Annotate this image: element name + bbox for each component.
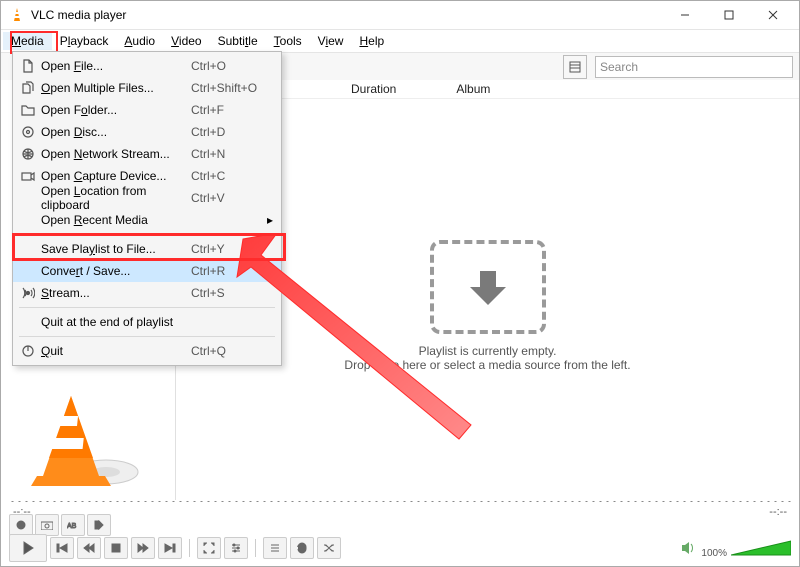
vlc-cone-artwork: [31, 388, 151, 488]
files-icon: [19, 81, 37, 95]
separator: [189, 539, 190, 557]
media-menu-item-2[interactable]: Open Folder...Ctrl+F: [13, 99, 281, 121]
loop-ab-button[interactable]: AB: [61, 514, 85, 536]
network-icon: [19, 147, 37, 161]
file-icon: [19, 59, 37, 73]
vlc-logo-icon: [9, 7, 25, 23]
column-duration[interactable]: Duration: [351, 82, 396, 96]
speaker-icon: [681, 541, 697, 555]
quit-icon: [19, 344, 37, 358]
drop-target-icon[interactable]: [430, 240, 546, 334]
volume-triangle[interactable]: [731, 539, 791, 557]
menu-audio[interactable]: Audio: [116, 32, 163, 50]
stop-button[interactable]: [104, 537, 128, 559]
seek-bar[interactable]: [9, 502, 791, 508]
media-menu-item-13[interactable]: Quit at the end of playlist: [13, 311, 281, 333]
playlist-toggle-button[interactable]: [263, 537, 287, 559]
extended-settings-button[interactable]: [224, 537, 248, 559]
search-input[interactable]: Search: [595, 56, 793, 78]
snapshot-button[interactable]: [35, 514, 59, 536]
folder-icon: [19, 103, 37, 117]
media-menu-item-7[interactable]: Open Recent Media▸: [13, 209, 281, 231]
media-menu-item-15[interactable]: QuitCtrl+Q: [13, 340, 281, 362]
menu-item-shortcut: Ctrl+D: [191, 125, 273, 139]
menu-item-label: Open Disc...: [37, 125, 191, 139]
view-mode-button[interactable]: [563, 55, 587, 79]
media-menu-item-0[interactable]: Open File...Ctrl+O: [13, 55, 281, 77]
menu-item-label: Stream...: [37, 286, 191, 300]
volume-percent: 100%: [701, 548, 727, 559]
menu-item-label: Open Location from clipboard: [37, 184, 191, 212]
menu-item-label: Open Multiple Files...: [37, 81, 191, 95]
menu-subtitle[interactable]: Subtitle: [210, 32, 266, 50]
media-menu-item-4[interactable]: Open Network Stream...Ctrl+N: [13, 143, 281, 165]
menu-item-shortcut: Ctrl+R: [191, 264, 273, 278]
menu-item-label: Open Folder...: [37, 103, 191, 117]
play-button[interactable]: [9, 534, 47, 562]
menu-item-label: Open Recent Media: [37, 213, 273, 227]
close-button[interactable]: [751, 1, 795, 29]
window-title: VLC media player: [31, 8, 663, 22]
menu-item-shortcut: Ctrl+V: [191, 191, 273, 205]
volume-control[interactable]: 100%: [681, 539, 791, 557]
playback-controls: 100%: [9, 534, 791, 562]
media-menu-dropdown[interactable]: Open File...Ctrl+OOpen Multiple Files...…: [12, 51, 282, 366]
menu-item-shortcut: Ctrl+F: [191, 103, 273, 117]
menu-help[interactable]: Help: [351, 32, 392, 50]
menu-item-shortcut: Ctrl+Shift+O: [191, 81, 273, 95]
media-menu-item-6[interactable]: Open Location from clipboardCtrl+V: [13, 187, 281, 209]
shuffle-button[interactable]: [317, 537, 341, 559]
vlc-window: VLC media player Media Playback Audio Vi…: [0, 0, 800, 567]
maximize-button[interactable]: [707, 1, 751, 29]
secondary-controls: AB: [9, 514, 111, 536]
menu-item-shortcut: Ctrl+C: [191, 169, 273, 183]
media-menu-item-3[interactable]: Open Disc...Ctrl+D: [13, 121, 281, 143]
capture-icon: [19, 169, 37, 183]
menu-item-label: Quit at the end of playlist: [37, 315, 273, 329]
media-menu-item-10[interactable]: Convert / Save...Ctrl+R: [13, 260, 281, 282]
menubar: Media Playback Audio Video Subtitle Tool…: [1, 30, 799, 53]
menu-item-label: Open Capture Device...: [37, 169, 191, 183]
separator: [255, 539, 256, 557]
rewind-button[interactable]: [77, 537, 101, 559]
menu-media[interactable]: Media: [3, 32, 52, 50]
menu-playback[interactable]: Playback: [52, 32, 117, 50]
stream-icon: [19, 286, 37, 300]
menu-item-shortcut: Ctrl+O: [191, 59, 273, 73]
media-menu-item-9[interactable]: Save Playlist to File...Ctrl+Y: [13, 238, 281, 260]
svg-text:AB: AB: [67, 523, 77, 530]
menu-item-shortcut: Ctrl+N: [191, 147, 273, 161]
menu-item-label: Open Network Stream...: [37, 147, 191, 161]
menu-view[interactable]: View: [310, 32, 352, 50]
time-total: --:--: [769, 506, 787, 518]
menu-item-shortcut: Ctrl+Q: [191, 344, 273, 358]
menu-separator: [19, 336, 275, 337]
menu-separator: [19, 234, 275, 235]
column-album[interactable]: Album: [456, 82, 490, 96]
menu-item-label: Convert / Save...: [37, 264, 191, 278]
fast-forward-button[interactable]: [131, 537, 155, 559]
disc-icon: [19, 125, 37, 139]
frame-step-button[interactable]: [87, 514, 111, 536]
prev-track-button[interactable]: [50, 537, 74, 559]
menu-item-label: Quit: [37, 344, 191, 358]
submenu-arrow-icon: ▸: [267, 213, 273, 227]
menu-item-shortcut: Ctrl+S: [191, 286, 273, 300]
record-button[interactable]: [9, 514, 33, 536]
media-menu-item-1[interactable]: Open Multiple Files...Ctrl+Shift+O: [13, 77, 281, 99]
menu-item-label: Open File...: [37, 59, 191, 73]
menu-separator: [19, 307, 275, 308]
minimize-button[interactable]: [663, 1, 707, 29]
menu-item-shortcut: Ctrl+Y: [191, 242, 273, 256]
loop-button[interactable]: [290, 537, 314, 559]
menu-tools[interactable]: Tools: [266, 32, 310, 50]
fullscreen-button[interactable]: [197, 537, 221, 559]
menu-video[interactable]: Video: [163, 32, 209, 50]
media-menu-item-11[interactable]: Stream...Ctrl+S: [13, 282, 281, 304]
menu-item-label: Save Playlist to File...: [37, 242, 191, 256]
titlebar: VLC media player: [1, 1, 799, 30]
next-track-button[interactable]: [158, 537, 182, 559]
